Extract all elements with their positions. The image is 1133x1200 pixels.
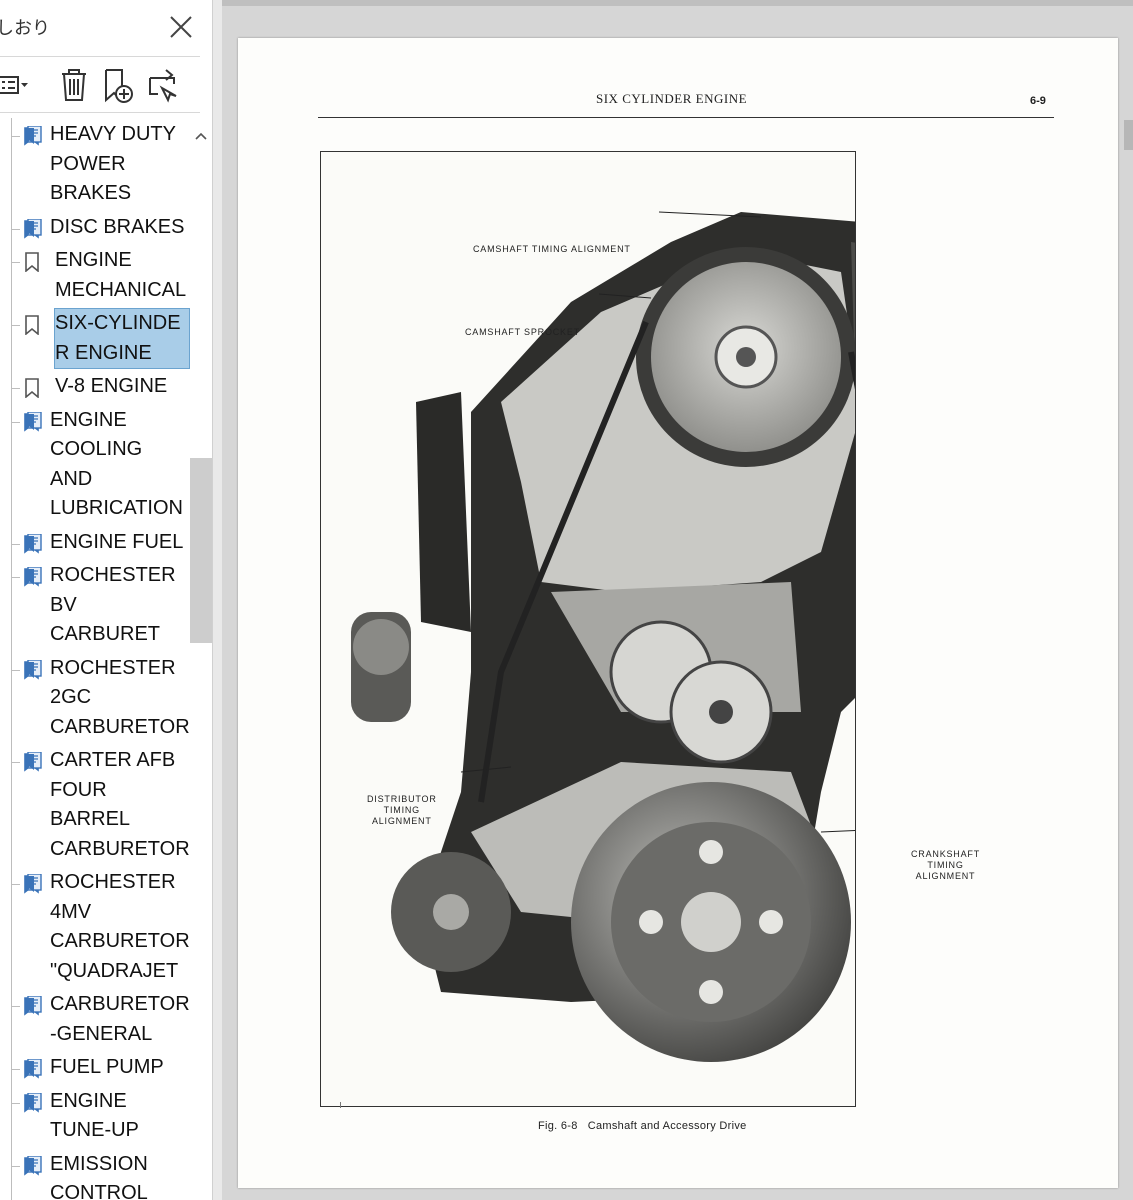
bookmark-item[interactable]: CARBURETOR -GENERAL [0,990,190,1049]
trash-icon[interactable] [56,66,92,104]
callout-camshaft-sprocket: CAMSHAFT SPROCKET [465,327,580,337]
bookmark-label: SIX-CYLINDER ENGINE [54,308,190,369]
bookmark-label: ROCHESTER 4MV CARBURETOR "QUADRAJET [50,871,190,982]
tree-connector [11,228,20,230]
bookmark-page-icon [24,659,42,680]
viewer-top-strip [222,0,1133,6]
tree-connector [11,577,20,578]
viewer-scrollbar-thumb[interactable] [1124,120,1133,150]
bookmark-page-icon [24,1155,42,1176]
figure-frame: CAMSHAFT TIMING ALIGNMENT CAMSHAFT SPROC… [320,151,979,1107]
bookmark-item[interactable]: DISC BRAKES [0,213,190,243]
tree-connector [11,1102,20,1104]
tree-connector [11,669,20,671]
bookmark-item[interactable]: FUEL PUMP [0,1053,190,1083]
callout-crankshaft-line3: ALIGNMENT [915,871,976,881]
new-bookmark-icon[interactable] [100,66,136,104]
callout-crankshaft-timing: CRANKSHAFT TIMING ALIGNMENT [911,849,980,882]
bookmark-label: HEAVY DUTY POWER BRAKES [50,123,176,204]
tree-connector [11,543,20,545]
bookmark-item[interactable]: CARTER AFB FOUR BARREL CARBURETOR [0,746,190,864]
bookmark-item[interactable]: SIX-CYLINDER ENGINE [0,308,190,369]
bookmark-label: ROCHESTER BV CARBURET [50,564,176,645]
tree-connector [11,1069,20,1070]
tree-connector [11,762,20,763]
bookmark-item[interactable]: EMISSION CONTROL SYSTEMS [0,1150,190,1200]
bookmark-item[interactable]: ENGINE COOLING AND LUBRICATION [0,406,190,524]
bookmark-icon [25,378,39,398]
bookmark-item[interactable]: ENGINE TUNE-UP [0,1087,190,1146]
bookmark-label: CARTER AFB FOUR BARREL CARBURETOR [50,749,190,860]
callout-distributor-line2: TIMING [383,805,420,815]
tree-connector [11,325,20,326]
bookmark-item[interactable]: ENGINE FUEL [0,528,190,558]
bookmark-page-icon [24,533,42,554]
callout-crankshaft-line2: TIMING [927,860,964,870]
list-options-icon[interactable] [0,66,32,104]
panel-title: しおり [0,18,50,39]
bookmark-item[interactable]: HEAVY DUTY POWER BRAKES [0,120,190,209]
page-mark [340,1102,341,1108]
bookmark-label: FUEL PUMP [50,1056,164,1078]
bookmark-item[interactable]: V-8 ENGINE [0,372,190,402]
callout-distributor-line1: DISTRIBUTOR [367,794,437,804]
bookmark-label: ENGINE COOLING AND LUBRICATION [50,408,183,520]
bookmarks-scrollbar-thumb[interactable] [190,458,212,643]
bookmark-item[interactable]: ROCHESTER 4MV CARBURETOR "QUADRAJET [0,868,190,986]
document-page: SIX CYLINDER ENGINE 6-9 CAMSHAFT TIMING … [238,38,1118,1188]
bookmark-page-icon [24,411,42,432]
bookmark-page-icon [24,218,42,239]
page-number: 6-9 [1030,95,1046,107]
bookmark-icon [25,252,39,272]
tree-connector [11,1006,20,1007]
bookmark-label: ENGINE TUNE-UP [50,1089,139,1142]
toolbar-divider-bottom [0,112,200,113]
page-header-title: SIX CYLINDER ENGINE [596,91,748,106]
engine-photo [321,152,855,1106]
bookmark-item[interactable]: ROCHESTER BV CARBURET [0,561,190,650]
bookmarks-panel: しおり HEAVY DUTY POWER BRAKES DISC BRAKES EN… [0,0,220,1200]
callout-distributor-timing: DISTRIBUTOR TIMING ALIGNMENT [367,794,437,827]
tree-connector [11,884,20,885]
expand-bookmark-icon[interactable] [146,66,182,104]
tree-connector [11,388,20,389]
bookmark-label: EMISSION CONTROL SYSTEMS [50,1152,148,1200]
tree-connector [11,262,20,263]
bookmark-label: ENGINE FUEL [50,530,184,553]
bookmark-list: HEAVY DUTY POWER BRAKES DISC BRAKES ENGINE… [0,120,190,1200]
bookmark-item[interactable]: ENGINE MECHANICAL [0,246,190,305]
toolbar-divider [0,56,200,57]
tree-connector [11,1165,20,1167]
bookmark-page-icon [24,567,42,587]
callout-crankshaft-line1: CRANKSHAFT [911,849,981,859]
close-icon[interactable] [166,12,196,42]
bookmark-label: DISC BRAKES [50,215,185,238]
bookmark-label: CARBURETOR -GENERAL [50,993,190,1045]
bookmark-label: ROCHESTER 2GC CARBURETOR [50,656,190,738]
scroll-up-icon[interactable] [193,128,209,144]
bookmark-page-icon [24,1092,42,1113]
bookmark-item[interactable]: ROCHESTER 2GC CARBURETOR [0,654,190,743]
callout-distributor-line3: ALIGNMENT [371,816,432,826]
header-rule [318,117,1054,118]
figure-caption: Fig. 6-8 Camshaft and Accessory Drive [538,1120,747,1132]
bookmark-label: ENGINE MECHANICAL [55,249,187,301]
tree-connector [11,136,20,137]
tree-connector [11,421,20,423]
bookmark-page-icon [24,1059,42,1079]
callout-camshaft-timing: CAMSHAFT TIMING ALIGNMENT [473,244,631,254]
bookmark-page-icon [24,874,42,894]
bookmark-page-icon [24,996,42,1016]
bookmark-label: V-8 ENGINE [55,375,168,397]
bookmark-page-icon [24,126,42,146]
bookmark-icon [25,315,39,335]
bookmark-page-icon [24,752,42,772]
